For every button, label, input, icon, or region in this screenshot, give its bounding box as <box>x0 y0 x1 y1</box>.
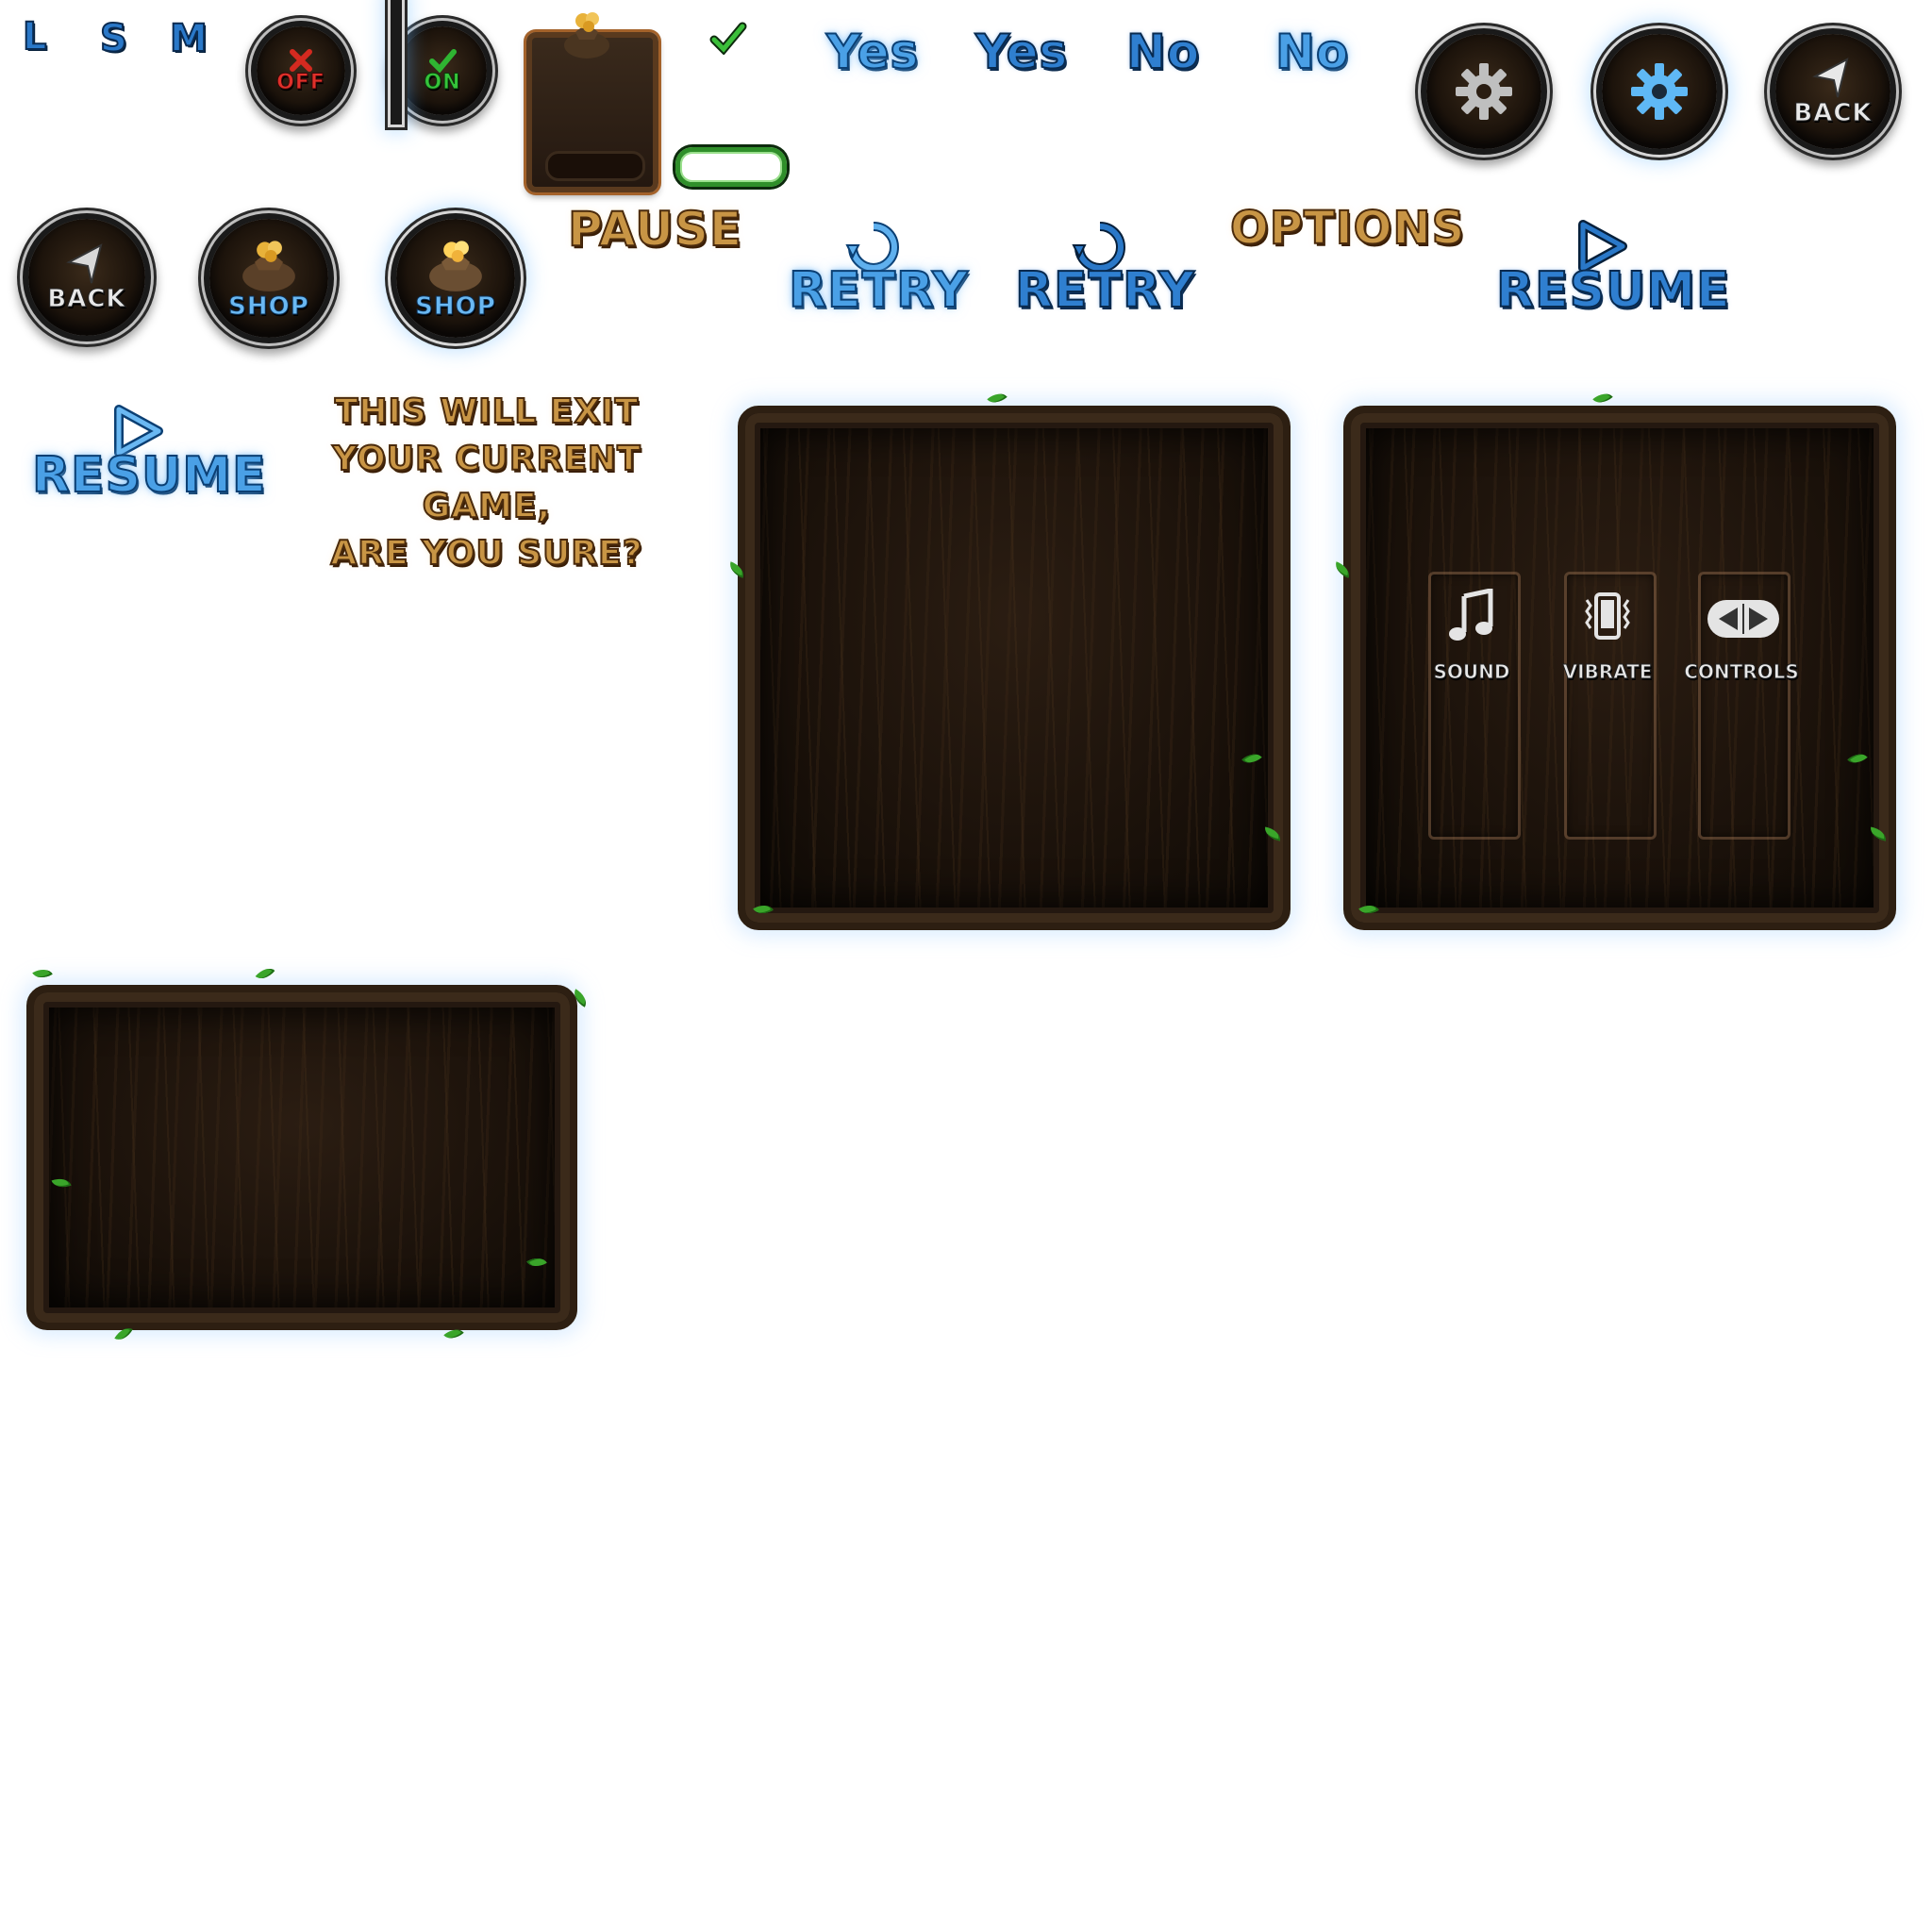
leaf-decoration <box>255 963 275 984</box>
back-label: BACK <box>47 285 126 314</box>
sprite-sheet: L S M OFF ON Yes Yes No No BACK BACK SHO… <box>0 0 1932 1932</box>
back-button[interactable]: BACK <box>1775 34 1890 149</box>
leaf-decoration <box>726 561 747 578</box>
no-button[interactable]: No <box>1274 24 1349 80</box>
leaf-decoration <box>570 989 591 1008</box>
leaf-decoration <box>51 1174 72 1191</box>
yes-button-pressed[interactable]: Yes <box>974 24 1068 80</box>
dialog-panel-large <box>726 388 1291 930</box>
resume-button-pressed[interactable]: RESUME <box>1495 261 1731 320</box>
coin-bag-icon <box>242 241 295 291</box>
check-icon <box>429 48 457 73</box>
leaf-decoration <box>1592 388 1613 408</box>
size-letter-l[interactable]: L <box>22 14 47 59</box>
leaf-decoration <box>443 1324 464 1344</box>
size-letter-m[interactable]: M <box>169 16 208 61</box>
exit-confirm-line3: ARE YOU SURE? <box>329 533 643 574</box>
settings-button-active[interactable] <box>1602 34 1717 149</box>
back-arrow-icon <box>1812 58 1849 98</box>
check-icon <box>709 22 747 55</box>
yes-button[interactable]: Yes <box>825 24 919 80</box>
leaf-decoration <box>1847 748 1868 769</box>
exit-confirm-line1: THIS WILL EXIT <box>334 391 640 432</box>
dialog-panel-small <box>26 963 591 1344</box>
leaf-decoration <box>32 964 53 983</box>
shop-label: SHOP <box>228 292 309 322</box>
resume-button[interactable]: RESUME <box>31 446 267 505</box>
coin-bag-icon <box>564 12 609 58</box>
retry-button[interactable]: RETRY <box>788 261 969 320</box>
sound-label: SOUND <box>1433 660 1510 684</box>
leaf-decoration <box>1241 748 1262 769</box>
options-title: OPTIONS <box>1229 201 1466 256</box>
shop-button-active[interactable]: SHOP <box>396 219 515 338</box>
coin-bag-icon <box>429 241 482 291</box>
off-label: OFF <box>276 70 325 94</box>
arrows-icon <box>1707 600 1779 638</box>
size-letter-s[interactable]: S <box>99 16 128 61</box>
exit-confirm-message: THIS WILL EXIT YOUR CURRENT GAME, ARE YO… <box>279 389 694 577</box>
settings-button[interactable] <box>1426 34 1541 149</box>
cross-icon <box>290 48 312 72</box>
leaf-decoration <box>1332 561 1353 578</box>
exit-confirm-line2: YOUR CURRENT GAME, <box>331 439 641 526</box>
vibrate-label: VIBRATE <box>1562 660 1653 684</box>
leaf-decoration <box>1358 900 1379 919</box>
off-toggle-button[interactable]: OFF <box>257 26 345 115</box>
no-button-pressed[interactable]: No <box>1125 24 1200 80</box>
gear-icon <box>1631 63 1688 120</box>
music-note-icon <box>1449 589 1493 641</box>
back-arrow-icon <box>66 243 103 284</box>
leaf-decoration <box>1869 826 1888 841</box>
shop-button[interactable]: SHOP <box>209 219 328 338</box>
leaf-decoration <box>114 1324 133 1344</box>
back-label: BACK <box>1793 99 1873 128</box>
gear-icon <box>1456 63 1512 120</box>
selection-pill <box>675 147 787 187</box>
leaf-decoration <box>1263 826 1282 841</box>
on-label: ON <box>424 70 461 94</box>
shop-label: SHOP <box>415 292 496 322</box>
retry-button-pressed[interactable]: RETRY <box>1014 261 1195 320</box>
leaf-decoration <box>753 900 774 919</box>
leaf-decoration <box>526 1253 547 1272</box>
phone-vibrate-icon <box>1585 592 1630 640</box>
options-panel: SOUND VIBRATE CONTROLS <box>1332 388 1896 930</box>
back-button-wood[interactable]: BACK <box>28 219 145 336</box>
item-price-slot <box>545 151 645 181</box>
leaf-decoration <box>987 388 1008 408</box>
on-toggle-button[interactable]: ON <box>398 26 487 115</box>
pause-title: PAUSE <box>567 201 742 258</box>
controls-label: CONTROLS <box>1684 660 1800 684</box>
